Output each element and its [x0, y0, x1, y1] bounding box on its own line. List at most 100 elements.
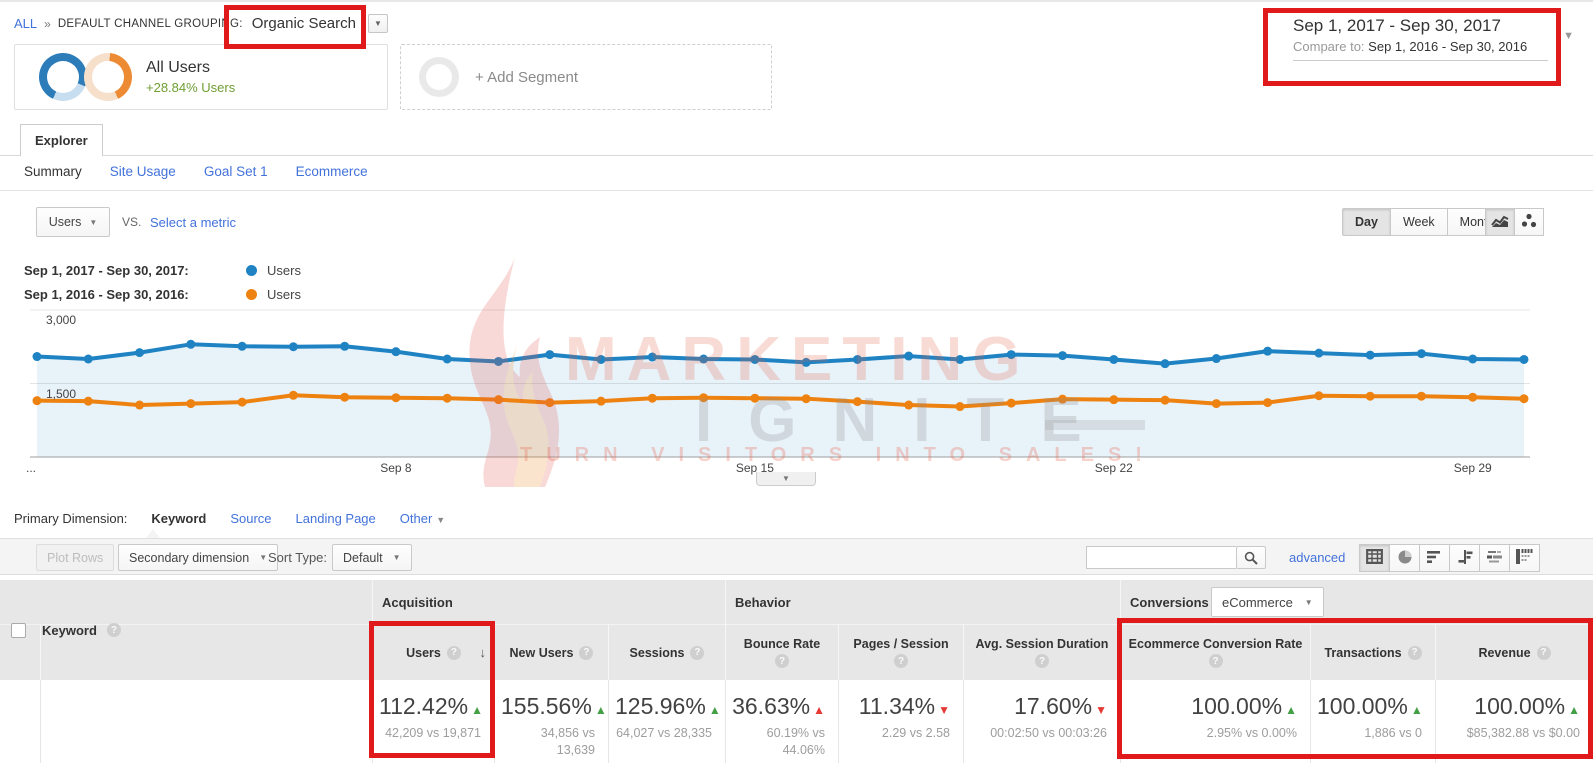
metric-percent-value: 112.42%▲ — [379, 693, 481, 720]
date-picker-caret-icon[interactable]: ▼ — [1563, 30, 1574, 42]
secondary-dimension-label: Secondary dimension — [129, 551, 249, 565]
metric-cell-ecommerce-conversion-rate: 100.00%▲2.95% vs 0.00% — [1120, 680, 1310, 763]
help-icon[interactable]: ? — [107, 623, 121, 637]
help-icon[interactable]: ? — [1537, 646, 1551, 660]
chart-collapse-handle[interactable]: ▼ — [756, 472, 816, 486]
column-header-label[interactable]: Pages / Session — [853, 637, 948, 651]
column-header-inner: Revenue? — [1436, 625, 1593, 680]
chart-type-group — [1486, 208, 1544, 236]
secondary-dimension-button[interactable]: Secondary dimension ▼ — [118, 544, 278, 571]
pivot-view-icon — [1516, 549, 1533, 567]
metric-cell-avg-session-duration: 17.60%▼00:02:50 vs 00:03:26 — [963, 680, 1120, 763]
column-header-label[interactable]: Revenue — [1478, 646, 1530, 660]
metric-cell-pages-session: 11.34%▼ 2.29 vs 2.58 — [838, 680, 963, 763]
percentage-view-button[interactable] — [1389, 544, 1420, 572]
metric-cell-new-users: 155.56%▲34,856 vs 13,639 — [494, 680, 608, 763]
pivot-view-button[interactable] — [1509, 544, 1540, 572]
column-header-label[interactable]: Users — [406, 646, 441, 660]
column-header-label[interactable]: Sessions — [630, 646, 685, 660]
keyword-header-label: Keyword — [42, 623, 97, 638]
help-icon[interactable]: ? — [1408, 646, 1422, 660]
metric-cell-transactions: 100.00%▲1,886 vs 0 — [1310, 680, 1435, 763]
date-range: Sep 1, 2017 - Sep 30, 2017 — [1293, 16, 1548, 36]
column-header-label[interactable]: Ecommerce Conversion Rate — [1129, 637, 1303, 651]
performance-view-button[interactable] — [1419, 544, 1450, 572]
help-icon[interactable]: ? — [690, 646, 704, 660]
subtab-goal-set-1[interactable]: Goal Set 1 — [204, 164, 268, 179]
keyword-header-cell: Keyword ? — [0, 580, 372, 680]
column-header-label[interactable]: Transactions — [1324, 646, 1401, 660]
search-icon — [1244, 551, 1258, 565]
help-icon[interactable]: ? — [1035, 654, 1049, 668]
column-header-inner: Avg. Session Duration? — [964, 625, 1120, 680]
help-icon[interactable]: ? — [894, 654, 908, 668]
subtab-site-usage[interactable]: Site Usage — [110, 164, 176, 179]
plot-rows-button[interactable]: Plot Rows — [36, 544, 114, 571]
help-icon[interactable]: ? — [579, 646, 593, 660]
metric-comparison-value: 2.29 vs 2.58 — [845, 725, 950, 742]
advanced-search-link[interactable]: advanced — [1289, 550, 1345, 565]
up-arrow-icon: ▲ — [709, 703, 721, 717]
sort-type-dropdown-button[interactable]: Default ▼ — [332, 544, 412, 571]
data-table: AcquisitionBehaviorConversionseCommerce▼… — [0, 580, 1593, 763]
primary-dimension-other[interactable]: Other▼ — [400, 511, 445, 526]
motion-chart-button[interactable] — [1514, 208, 1544, 236]
metric-percent-value: 17.60%▼ — [970, 693, 1107, 720]
sort-descending-icon[interactable]: ↓ — [480, 645, 487, 660]
tab-row-divider — [0, 155, 1593, 156]
primary-dimension-source[interactable]: Source — [230, 511, 271, 526]
view-icons-group — [1360, 544, 1540, 572]
column-header-label[interactable]: Bounce Rate — [744, 637, 820, 651]
column-header-label[interactable]: Avg. Session Duration — [976, 637, 1109, 651]
primary-dimension-active-notch — [146, 529, 160, 538]
add-segment-button[interactable]: + Add Segment — [400, 44, 772, 110]
subtab-summary[interactable]: Summary — [24, 164, 82, 179]
table-view-button[interactable] — [1359, 544, 1390, 572]
conversions-type-dropdown-button[interactable]: eCommerce▼ — [1211, 587, 1324, 617]
help-icon[interactable]: ? — [775, 654, 789, 668]
primary-dimension-row: Primary Dimension: Keyword Source Landing … — [14, 511, 445, 526]
breadcrumb-grouping-label: DEFAULT CHANNEL GROUPING: — [58, 18, 243, 30]
up-arrow-icon: ▲ — [595, 703, 607, 717]
x-axis-tick-label: ... — [26, 461, 36, 475]
granularity-week-button[interactable]: Week — [1390, 208, 1448, 236]
channel-grouping-dropdown-button[interactable]: ▼ — [368, 14, 388, 33]
tab-explorer[interactable]: Explorer — [20, 124, 103, 156]
line-chart-button[interactable] — [1485, 208, 1515, 236]
granularity-group: DayWeekMonth — [1342, 208, 1507, 236]
sort-type-label: Sort Type: — [268, 550, 327, 565]
term-cloud-view-button[interactable] — [1479, 544, 1510, 572]
metric-percent-value: 11.34%▼ — [845, 693, 950, 720]
breadcrumb-all-link[interactable]: ALL — [14, 16, 37, 31]
column-header-label[interactable]: New Users — [510, 646, 574, 660]
help-icon[interactable]: ? — [447, 646, 461, 660]
x-axis-tick-label: Sep 29 — [1454, 461, 1492, 475]
select-all-checkbox[interactable] — [11, 623, 26, 638]
column-header-revenue: Revenue? — [1435, 624, 1593, 680]
date-range-picker[interactable]: Sep 1, 2017 - Sep 30, 2017 Compare to: S… — [1293, 16, 1548, 61]
breadcrumb: ALL » DEFAULT CHANNEL GROUPING: Organic … — [14, 14, 388, 33]
down-arrow-icon: ▼ — [1095, 703, 1107, 717]
segment-card-all-users[interactable]: All Users +28.84% Users — [14, 44, 388, 110]
column-group-label: Behavior — [735, 595, 791, 610]
metric-percent-value: 100.00%▲ — [1442, 693, 1580, 720]
primary-dimension-landing-page[interactable]: Landing Page — [296, 511, 376, 526]
granularity-day-button[interactable]: Day — [1342, 208, 1391, 236]
primary-dimension-label: Primary Dimension: — [14, 511, 127, 526]
column-header-new-users: New Users? — [494, 624, 608, 680]
timeseries-chart[interactable] — [30, 307, 1530, 458]
dropdown-caret-icon: ▼ — [259, 553, 267, 562]
add-segment-label: + Add Segment — [475, 69, 578, 86]
table-search-input[interactable] — [1086, 546, 1236, 569]
metric-cell-revenue: 100.00%▲$85,382.88 vs $0.00 — [1435, 680, 1593, 763]
down-arrow-icon: ▼ — [938, 703, 950, 717]
primary-dimension-keyword[interactable]: Keyword — [151, 511, 206, 526]
help-icon[interactable]: ? — [1209, 654, 1223, 668]
select-a-metric-link[interactable]: Select a metric — [150, 215, 236, 230]
search-button[interactable] — [1236, 546, 1266, 569]
metric-dropdown-button[interactable]: Users ▼ — [36, 207, 110, 237]
comparison-view-button[interactable] — [1449, 544, 1480, 572]
channel-grouping-selected[interactable]: Organic Search — [252, 15, 356, 32]
legend-row: Sep 1, 2017 - Sep 30, 2017:Users — [24, 258, 301, 282]
subtab-ecommerce[interactable]: Ecommerce — [296, 164, 368, 179]
